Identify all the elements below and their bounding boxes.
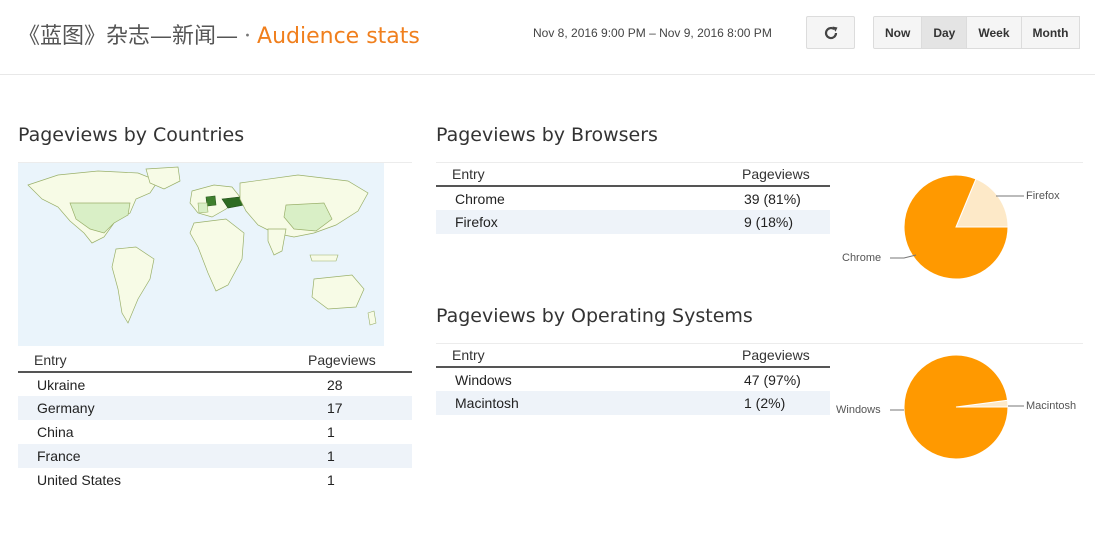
os-entry: Windows [455,371,512,388]
country-entry: Ukraine [37,376,86,393]
table-row: Firefox 9 (18%) [436,210,830,234]
header-bar: 《蓝图》杂志—新闻— · Audience stats Nov 8, 2016 9:… [0,0,1095,75]
country-entry: Germany [18,396,308,420]
os-pageviews: 47 (97%) [744,371,801,388]
browsers-column-pageviews[interactable]: Pageviews [742,164,830,187]
refresh-icon [824,26,837,39]
browser-entry: Chrome [455,190,505,207]
period-button-group: Now Day Week Month [873,16,1081,49]
period-button-now[interactable]: Now [874,17,923,48]
browsers-table: Entry Pageviews Chrome 39 (81%) Firefox … [436,164,830,234]
table-row: China 1 [18,420,412,444]
country-pageviews: 1 [327,472,335,488]
os-pie-label-windows: Windows [836,404,881,416]
title-separator: · [244,24,252,49]
os-entry: Macintosh [436,391,742,415]
table-row: Chrome 39 (81%) [436,186,830,210]
os-pie-slice-windows[interactable] [903,354,1009,460]
world-map-svg [27,166,377,326]
table-row: Ukraine 28 [18,372,412,396]
table-row: France 1 [18,444,412,468]
map-region-france [197,202,209,214]
browser-entry: Firefox [436,210,742,234]
country-entry: United States [37,472,122,488]
country-pageviews: 28 [327,376,343,393]
period-button-week[interactable]: Week [967,17,1022,48]
os-panel-title: Pageviews by Operating Systems [436,305,753,327]
country-pageviews: 17 [308,396,412,420]
browsers-pie-chart [890,174,1024,280]
site-title-text: 《蓝图》杂志—新闻— [18,24,239,49]
countries-table: Entry Pageviews Ukraine 28 Germany 17 Ch… [18,350,412,492]
browsers-column-entry[interactable]: Entry [436,164,742,187]
map-region-indonesia [309,254,339,262]
os-column-entry[interactable]: Entry [436,345,742,368]
browser-pageviews: 39 (81%) [744,190,801,207]
browsers-pie-label-firefox: Firefox [1026,190,1060,202]
map-region-new-zealand [367,310,377,326]
refresh-button[interactable] [806,16,855,49]
countries-panel-title: Pageviews by Countries [18,124,245,146]
period-button-day[interactable]: Day [922,17,968,48]
browsers-pie-label-chrome: Chrome [842,252,882,264]
map-region-south-america [111,246,155,324]
map-region-germany [205,195,217,207]
page-title: 《蓝图》杂志—新闻— · Audience stats [18,18,420,50]
period-button-month[interactable]: Month [1021,17,1081,48]
country-pageviews: 1 [308,444,412,468]
country-pageviews: 1 [327,424,335,440]
os-pageviews: 1 (2%) [742,391,830,415]
date-range-picker[interactable]: Nov 8, 2016 9:00 PM – Nov 9, 2016 8:00 P… [533,26,772,40]
map-region-africa [189,218,245,292]
os-pie-label-macintosh: Macintosh [1026,400,1077,412]
section-title: Audience stats [257,24,420,49]
os-column-pageviews[interactable]: Pageviews [742,345,830,368]
table-row: Macintosh 1 (2%) [436,391,830,415]
country-entry: China [37,424,74,440]
countries-column-pageviews[interactable]: Pageviews [308,350,412,373]
table-row: Windows 47 (97%) [436,367,830,391]
world-map[interactable] [18,163,384,346]
browser-pageviews: 9 (18%) [742,210,830,234]
os-table: Entry Pageviews Windows 47 (97%) Macinto… [436,345,830,415]
browsers-panel-title: Pageviews by Browsers [436,124,658,146]
map-region-australia [311,274,365,310]
table-row: Germany 17 [18,396,412,420]
country-entry: France [18,444,308,468]
table-row: United States 1 [18,468,412,492]
countries-column-entry[interactable]: Entry [18,350,308,373]
map-region-india [267,228,287,256]
